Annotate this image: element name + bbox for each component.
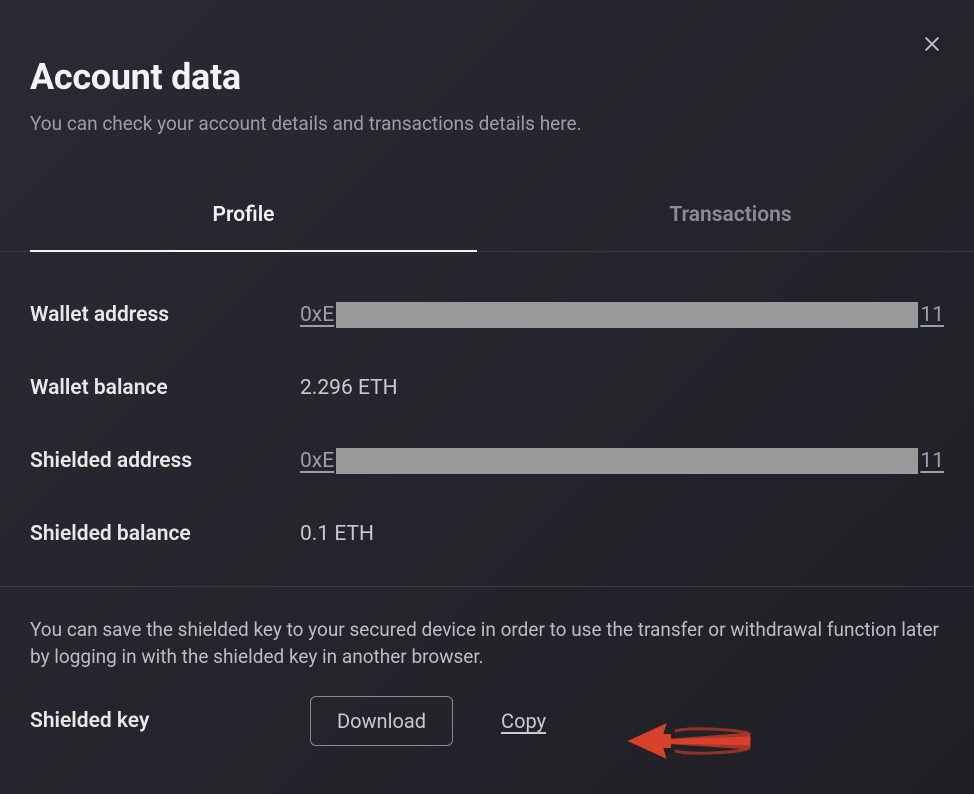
shielded-key-label: Shielded key [30,709,310,733]
close-button[interactable] [918,32,946,60]
shielded-key-info: You can save the shielded key to your se… [30,617,944,670]
shielded-address-row: Shielded address 0xE 11 [30,448,944,474]
tab-transactions[interactable]: Transactions [487,181,974,251]
shielded-address-prefix: 0xE [300,449,334,473]
shielded-address-label: Shielded address [30,449,300,473]
page-subtitle: You can check your account details and t… [30,112,944,135]
shielded-balance-value: 0.1 ETH [300,522,374,546]
page-title: Account data [30,56,944,98]
wallet-address-suffix: 11 [920,303,944,327]
wallet-balance-row: Wallet balance 2.296 ETH [30,376,944,400]
tab-profile-label: Profile [213,203,275,227]
redacted-block [336,302,918,328]
shielded-balance-row: Shielded balance 0.1 ETH [30,522,944,546]
shielded-key-row: Shielded key Download Copy [30,696,944,746]
copy-link[interactable]: Copy [501,709,546,733]
wallet-balance-label: Wallet balance [30,376,300,400]
footer-section: You can save the shielded key to your se… [0,587,974,746]
shielded-balance-label: Shielded balance [30,522,300,546]
shielded-address-suffix: 11 [920,449,944,473]
tab-profile[interactable]: Profile [0,181,487,251]
wallet-balance-value: 2.296 ETH [300,376,398,400]
profile-content: Wallet address 0xE 11 Wallet balance 2.2… [0,252,974,546]
shielded-address-value[interactable]: 0xE 11 [300,448,944,474]
wallet-address-prefix: 0xE [300,303,334,327]
tab-bar: Profile Transactions [0,181,974,252]
wallet-address-label: Wallet address [30,303,300,327]
download-button[interactable]: Download [310,696,453,746]
close-icon [921,33,943,59]
wallet-address-row: Wallet address 0xE 11 [30,302,944,328]
redacted-block [336,448,918,474]
wallet-address-value[interactable]: 0xE 11 [300,302,944,328]
tab-transactions-label: Transactions [669,203,791,227]
modal-header: Account data You can check your account … [0,0,974,135]
